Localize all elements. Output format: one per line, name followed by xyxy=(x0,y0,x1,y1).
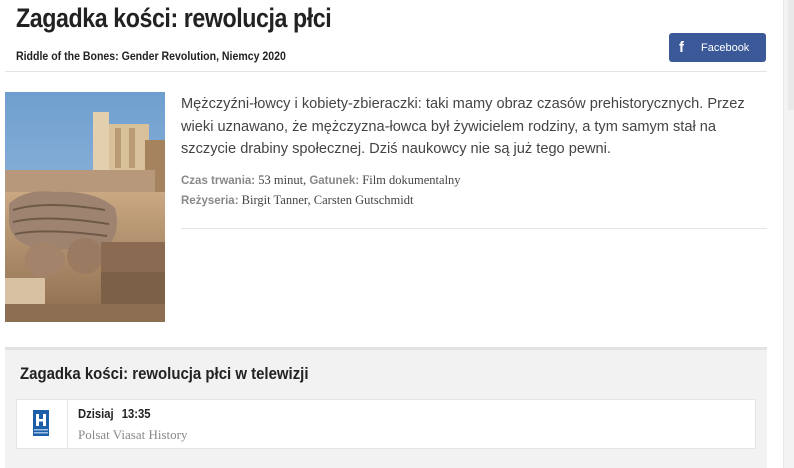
duration-label: Czas trwania: xyxy=(181,175,256,187)
genre-value[interactable]: Film dokumentalny xyxy=(362,173,460,187)
movie-description: Mężczyźni-łowcy i kobiety-zbieraczki: ta… xyxy=(181,96,745,157)
facebook-share-button[interactable]: f Facebook xyxy=(669,33,766,62)
divider xyxy=(181,228,767,229)
air-hour: 13:35 xyxy=(121,407,151,421)
divider xyxy=(5,71,767,72)
air-time: Dzisiaj 13:35 xyxy=(78,407,151,421)
genre-label: Gatunek: xyxy=(309,175,360,187)
facebook-icon: f xyxy=(679,39,684,56)
poster-image xyxy=(5,92,165,322)
duration-value: 53 minut, xyxy=(258,173,307,187)
facebook-label: Facebook xyxy=(701,41,750,54)
page-title: Zagadka kości: rewolucja płci xyxy=(16,3,332,33)
channel-name[interactable]: Polsat Viasat History xyxy=(78,427,187,443)
channel-logo-cell xyxy=(17,400,68,448)
directors-label: Reżyseria: xyxy=(181,195,239,207)
page-edge-shadow xyxy=(788,0,794,110)
history-channel-logo-icon xyxy=(33,410,49,436)
air-day: Dzisiaj xyxy=(78,407,114,421)
tv-schedule-section: Zagadka kości: rewolucja płci w telewizj… xyxy=(5,347,767,468)
tv-schedule-item[interactable]: Dzisiaj 13:35 Polsat Viasat History xyxy=(16,399,756,449)
original-title-country-year: Riddle of the Bones: Gender Revolution, … xyxy=(16,49,286,63)
tv-schedule-heading: Zagadka kości: rewolucja płci w telewizj… xyxy=(20,364,309,383)
meta-duration-genre: Czas trwania: 53 minut, Gatunek: Film do… xyxy=(181,173,461,188)
meta-directors: Reżyseria: Birgit Tanner, Carsten Gutsch… xyxy=(181,193,413,208)
directors-value[interactable]: Birgit Tanner, Carsten Gutschmidt xyxy=(242,193,414,207)
